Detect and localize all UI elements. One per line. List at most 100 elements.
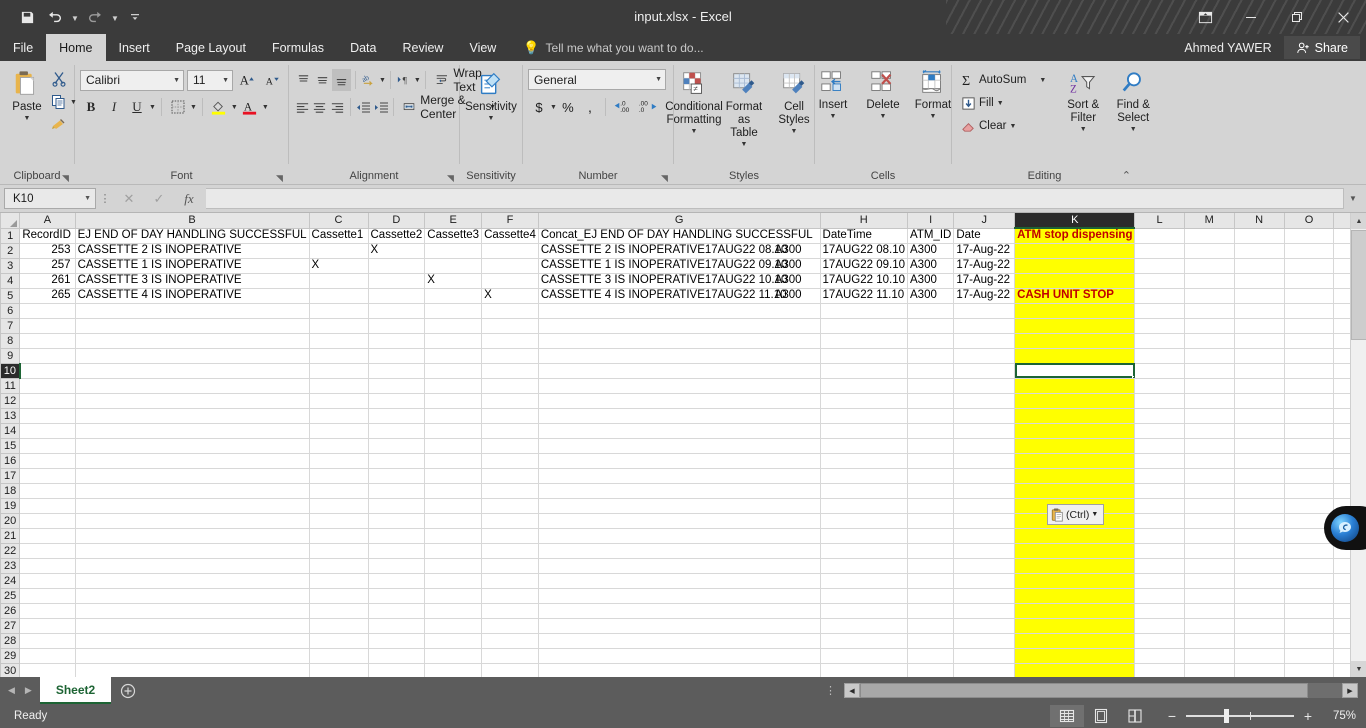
cell-O26[interactable]: [1283, 602, 1335, 619]
cell-M22[interactable]: [1183, 542, 1235, 559]
cell-C16[interactable]: [308, 452, 369, 469]
cell-B13[interactable]: [74, 407, 310, 424]
cell-E11[interactable]: [424, 377, 483, 394]
cell-M4[interactable]: [1183, 272, 1235, 289]
cell-F1[interactable]: Cassette4: [481, 227, 539, 244]
spreadsheet-grid[interactable]: A B C D E F G H I J K L M N O 1 RecordID E…: [0, 213, 1366, 677]
cell-D30[interactable]: [367, 662, 426, 677]
delete-cells-dropdown-icon[interactable]: ▼: [880, 113, 887, 120]
cell-C18[interactable]: [308, 482, 369, 499]
cell-O7[interactable]: [1283, 317, 1335, 334]
cell-J14[interactable]: [953, 422, 1016, 439]
cell-C8[interactable]: [308, 332, 369, 349]
cell-C7[interactable]: [308, 317, 369, 334]
cell-N2[interactable]: [1233, 242, 1285, 259]
cell-E6[interactable]: [424, 302, 483, 319]
cell-H10[interactable]: [819, 362, 909, 379]
cell-C1[interactable]: Cassette1: [308, 227, 369, 244]
cell-F28[interactable]: [481, 632, 539, 649]
cell-E15[interactable]: [424, 437, 483, 454]
cell-K11[interactable]: [1014, 377, 1136, 394]
cell-B16[interactable]: [74, 452, 310, 469]
cell-I2[interactable]: A300: [907, 242, 955, 259]
cell-M10[interactable]: [1183, 362, 1235, 379]
cell-M21[interactable]: [1183, 527, 1235, 544]
cell-L15[interactable]: [1134, 437, 1185, 454]
cell-J19[interactable]: [953, 497, 1016, 514]
cell-J25[interactable]: [953, 587, 1016, 604]
cell-N13[interactable]: [1233, 407, 1285, 424]
cell-C5[interactable]: [308, 287, 369, 304]
cell-N9[interactable]: [1233, 347, 1285, 364]
cell-E1[interactable]: Cassette3: [424, 227, 483, 244]
cell-G29[interactable]: [537, 647, 821, 664]
cell-I18[interactable]: [907, 482, 955, 499]
cell-C9[interactable]: [308, 347, 369, 364]
cell-K21[interactable]: [1014, 527, 1136, 544]
expand-formula-bar-icon[interactable]: ▼: [1344, 188, 1362, 209]
cell-E14[interactable]: [424, 422, 483, 439]
ribbon-display-options-icon[interactable]: [1182, 0, 1228, 34]
insert-cells-button[interactable]: Insert ▼: [808, 66, 858, 123]
cell-M6[interactable]: [1183, 302, 1235, 319]
cell-D14[interactable]: [367, 422, 426, 439]
row-header-2[interactable]: 2: [0, 242, 21, 259]
cell-D21[interactable]: [367, 527, 426, 544]
cell-K1[interactable]: ATM stop dispensing: [1014, 227, 1136, 244]
cell-O12[interactable]: [1283, 392, 1335, 409]
text-direction-dropdown-icon[interactable]: ▼: [414, 77, 421, 84]
cell-H29[interactable]: [819, 647, 909, 664]
cell-N25[interactable]: [1233, 587, 1285, 604]
cell-O9[interactable]: [1283, 347, 1335, 364]
cell-N11[interactable]: [1233, 377, 1285, 394]
cell-D5[interactable]: [367, 287, 426, 304]
cell-O23[interactable]: [1283, 557, 1335, 574]
cell-I6[interactable]: [907, 302, 955, 319]
cell-G23[interactable]: [537, 557, 821, 574]
cell-E2[interactable]: [424, 242, 483, 259]
cell-F9[interactable]: [481, 347, 539, 364]
cell-M24[interactable]: [1183, 572, 1235, 589]
cell-O13[interactable]: [1283, 407, 1335, 424]
horizontal-scroll-thumb[interactable]: [860, 683, 1308, 698]
cell-A18[interactable]: [19, 482, 76, 499]
cell-M9[interactable]: [1183, 347, 1235, 364]
delete-cells-button[interactable]: Delete ▼: [858, 66, 908, 123]
cell-C4[interactable]: [308, 272, 369, 289]
cell-L25[interactable]: [1134, 587, 1185, 604]
cell-G26[interactable]: [537, 602, 821, 619]
row-header-4[interactable]: 4: [0, 272, 21, 289]
cell-O3[interactable]: [1283, 257, 1335, 274]
cell-E27[interactable]: [424, 617, 483, 634]
cell-E30[interactable]: [424, 662, 483, 677]
cell-G16[interactable]: [537, 452, 821, 469]
cell-I11[interactable]: [907, 377, 955, 394]
cell-N5[interactable]: [1233, 287, 1285, 304]
row-header-15[interactable]: 15: [0, 437, 21, 454]
cell-N18[interactable]: [1233, 482, 1285, 499]
cell-B15[interactable]: [74, 437, 310, 454]
column-header-A[interactable]: A: [19, 213, 76, 229]
cell-B6[interactable]: [74, 302, 310, 319]
cell-H3[interactable]: 17AUG22 09.10: [819, 257, 909, 274]
cell-I7[interactable]: [907, 317, 955, 334]
cell-G28[interactable]: [537, 632, 821, 649]
vertical-scrollbar[interactable]: ▲ ▼: [1350, 213, 1366, 677]
cell-C30[interactable]: [308, 662, 369, 677]
paste-button[interactable]: Paste ▼: [6, 66, 48, 125]
number-format-combo[interactable]: General ▼: [528, 69, 666, 90]
paste-options-caret-icon[interactable]: ▼: [1091, 511, 1098, 518]
fill-handle[interactable]: [1132, 375, 1134, 377]
cell-H4[interactable]: 17AUG22 10.10: [819, 272, 909, 289]
cell-M1[interactable]: [1183, 227, 1235, 244]
cell-O17[interactable]: [1283, 467, 1335, 484]
align-middle-icon[interactable]: [313, 69, 332, 91]
font-name-combo[interactable]: Calibri ▼: [80, 69, 184, 91]
cell-M23[interactable]: [1183, 557, 1235, 574]
cell-M2[interactable]: [1183, 242, 1235, 259]
row-header-9[interactable]: 9: [0, 347, 21, 364]
cell-L28[interactable]: [1134, 632, 1185, 649]
cell-D10[interactable]: [367, 362, 426, 379]
row-header-28[interactable]: 28: [0, 632, 21, 649]
cell-L1[interactable]: [1134, 227, 1185, 244]
